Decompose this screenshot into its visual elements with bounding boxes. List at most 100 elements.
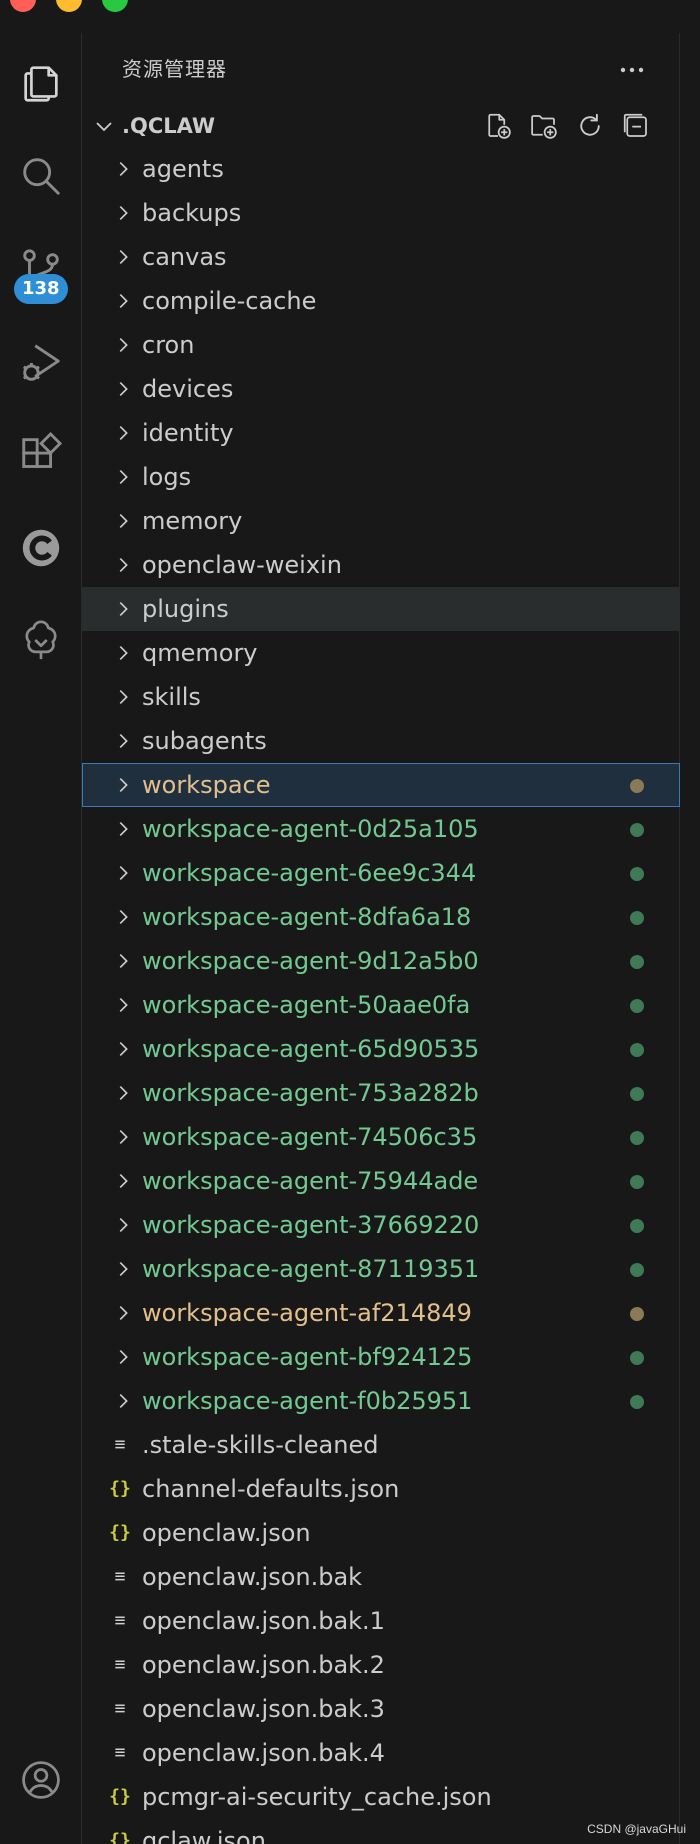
folder-row[interactable]: workspace-agent-50aae0fa [82, 983, 680, 1027]
folder-row[interactable]: plugins [82, 587, 680, 631]
folder-row[interactable]: workspace-agent-74506c35 [82, 1115, 680, 1159]
folder-row[interactable]: qmemory [82, 631, 680, 675]
chevron-right-icon [119, 513, 128, 529]
folder-row[interactable]: canvas [82, 235, 680, 279]
chevron-right-icon [119, 953, 128, 969]
tree-item-label: openclaw.json.bak.4 [142, 1739, 385, 1767]
refresh-icon [580, 113, 600, 136]
folder-row[interactable]: workspace-agent-65d90535 [82, 1027, 680, 1071]
folder-row[interactable]: logs [82, 455, 680, 499]
maximize-window-button[interactable] [102, 0, 128, 12]
json-file-icon: {} [109, 1522, 131, 1543]
text-file-icon: ≡ [114, 1742, 126, 1763]
workspace-root-label: .QCLAW [122, 114, 216, 138]
folder-row[interactable]: workspace [82, 763, 680, 807]
codeium-icon [22, 529, 60, 567]
folder-row[interactable]: workspace-agent-75944ade [82, 1159, 680, 1203]
folder-row[interactable]: workspace-agent-8dfa6a18 [82, 895, 680, 939]
new-folder-button[interactable] [528, 109, 560, 143]
chevron-right-icon [119, 997, 128, 1013]
tree-item-label: skills [142, 683, 201, 711]
root-actions [482, 109, 652, 143]
new-file-button[interactable] [482, 109, 514, 143]
folder-row[interactable]: workspace-agent-87119351 [82, 1247, 680, 1291]
chevron-right-icon [119, 601, 128, 617]
tree-item-label: workspace-agent-6ee9c344 [142, 859, 477, 887]
refresh-button[interactable] [574, 109, 606, 143]
files-icon [24, 66, 58, 102]
chevron-right-icon [119, 381, 128, 397]
folder-row[interactable]: workspace-agent-37669220 [82, 1203, 680, 1247]
tree-item-label: devices [142, 375, 234, 403]
folder-row[interactable]: workspace-agent-9d12a5b0 [82, 939, 680, 983]
folder-row[interactable]: memory [82, 499, 680, 543]
untracked-dot [630, 911, 644, 925]
accounts-button[interactable] [0, 1745, 82, 1815]
folder-row[interactable]: workspace-agent-af214849 [82, 1291, 680, 1335]
folder-row[interactable]: workspace-agent-0d25a105 [82, 807, 680, 851]
activity-explorer[interactable] [0, 43, 82, 123]
chevron-right-icon [119, 1085, 128, 1101]
close-window-button[interactable] [10, 0, 36, 12]
folder-row[interactable]: cron [82, 323, 680, 367]
file-row[interactable]: ≡ openclaw.json.bak.4 [82, 1731, 680, 1775]
folder-row[interactable]: skills [82, 675, 680, 719]
folder-row[interactable]: subagents [82, 719, 680, 763]
folder-row[interactable]: devices [82, 367, 680, 411]
activity-search[interactable] [0, 136, 82, 216]
tree-item-label: workspace-agent-87119351 [142, 1255, 480, 1283]
text-file-icon: ≡ [114, 1434, 126, 1455]
folder-row[interactable]: workspace-agent-753a282b [82, 1071, 680, 1115]
tree-item-label: workspace-agent-74506c35 [142, 1123, 478, 1151]
tree-item-label: workspace-agent-f0b25951 [142, 1387, 473, 1415]
chevron-down-icon [96, 122, 112, 132]
chevron-right-icon [119, 425, 128, 441]
chevron-right-icon [119, 337, 128, 353]
untracked-dot [630, 1043, 644, 1057]
folder-row[interactable]: workspace-agent-bf924125 [82, 1335, 680, 1379]
minimize-window-button[interactable] [56, 0, 82, 12]
json-file-icon: {} [109, 1478, 131, 1499]
activity-codeium[interactable] [0, 508, 82, 588]
tree-item-label: openclaw.json.bak.1 [142, 1607, 385, 1635]
tree-item-label: workspace-agent-65d90535 [142, 1035, 480, 1063]
folder-row[interactable]: openclaw-weixin [82, 543, 680, 587]
tree-item-label: identity [142, 419, 234, 447]
activity-gitlens[interactable] [0, 600, 82, 680]
file-row[interactable]: ≡ openclaw.json.bak.3 [82, 1687, 680, 1731]
chevron-right-icon [119, 1041, 128, 1057]
tree-item-label: workspace-agent-75944ade [142, 1167, 479, 1195]
folder-row[interactable]: workspace-agent-f0b25951 [82, 1379, 680, 1423]
tree-item-label: workspace-agent-bf924125 [142, 1343, 473, 1371]
chevron-right-icon [119, 1217, 128, 1233]
chevron-right-icon [119, 689, 128, 705]
folder-row[interactable]: identity [82, 411, 680, 455]
tree-item-label: workspace-agent-9d12a5b0 [142, 947, 479, 975]
workspace-root-header[interactable]: .QCLAW [82, 105, 680, 147]
activity-run-debug[interactable] [0, 323, 82, 403]
collapse-all-button[interactable] [620, 109, 652, 143]
file-row[interactable]: ≡ openclaw.json.bak [82, 1555, 680, 1599]
folder-row[interactable]: agents [82, 147, 680, 191]
untracked-dot [630, 867, 644, 881]
file-row[interactable]: ≡ openclaw.json.bak.1 [82, 1599, 680, 1643]
search-icon [23, 158, 60, 195]
folder-row[interactable]: backups [82, 191, 680, 235]
file-row[interactable]: {} pcmgr-ai-security_cache.json [82, 1775, 680, 1819]
file-row[interactable]: ≡ .stale-skills-cleaned [82, 1423, 680, 1467]
more-actions-button[interactable] [615, 53, 649, 87]
activity-extensions[interactable] [0, 415, 82, 495]
text-file-icon: ≡ [114, 1654, 126, 1675]
file-row[interactable]: {} channel-defaults.json [82, 1467, 680, 1511]
file-row[interactable]: ≡ openclaw.json.bak.2 [82, 1643, 680, 1687]
folder-row[interactable]: compile-cache [82, 279, 680, 323]
tree-item-label: workspace-agent-50aae0fa [142, 991, 471, 1019]
chevron-right-icon [119, 557, 128, 573]
untracked-dot [630, 1219, 644, 1233]
file-row[interactable]: {} openclaw.json [82, 1511, 680, 1555]
tree-item-label: qclaw.json [142, 1827, 266, 1844]
chevron-right-icon [119, 733, 128, 749]
folder-row[interactable]: workspace-agent-6ee9c344 [82, 851, 680, 895]
tree-item-label: openclaw.json.bak [142, 1563, 363, 1591]
text-file-icon: ≡ [114, 1698, 126, 1719]
